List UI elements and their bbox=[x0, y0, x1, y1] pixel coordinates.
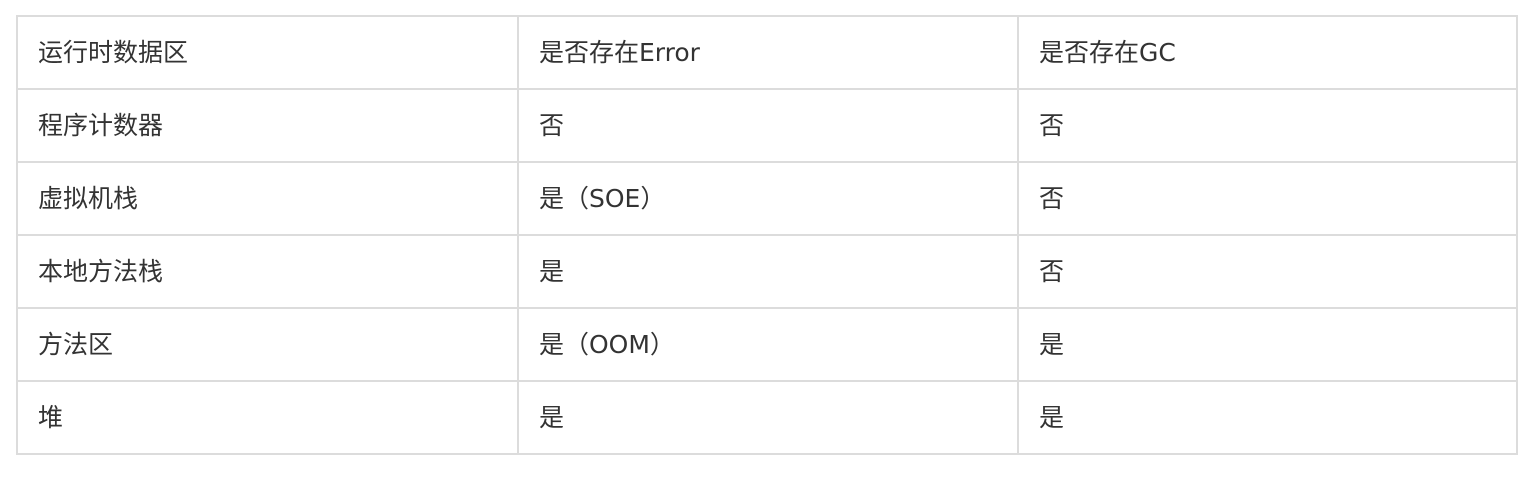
table-cell: 本地方法栈 bbox=[16, 234, 519, 309]
table-cell: 堆 bbox=[16, 380, 519, 455]
table-header: 运行时数据区 是否存在Error 是否存在GC bbox=[16, 15, 1518, 90]
table-cell: 方法区 bbox=[16, 307, 519, 382]
table-cell: 否 bbox=[1017, 88, 1518, 163]
table-cell: 虚拟机栈 bbox=[16, 161, 519, 236]
table-row: 本地方法栈 是 否 bbox=[16, 234, 1518, 309]
table-cell: 是 bbox=[517, 380, 1019, 455]
table-row: 方法区 是（OOM） 是 bbox=[16, 307, 1518, 382]
header-cell-error: 是否存在Error bbox=[517, 15, 1019, 90]
table-cell: 是 bbox=[517, 234, 1019, 309]
table-cell: 是 bbox=[1017, 307, 1518, 382]
table-cell: 是（OOM） bbox=[517, 307, 1019, 382]
table-row: 虚拟机栈 是（SOE） 否 bbox=[16, 161, 1518, 236]
table-cell: 是 bbox=[1017, 380, 1518, 455]
table-row: 程序计数器 否 否 bbox=[16, 88, 1518, 163]
header-cell-gc: 是否存在GC bbox=[1017, 15, 1518, 90]
runtime-data-area-table: 运行时数据区 是否存在Error 是否存在GC 程序计数器 否 否 虚拟机栈 是… bbox=[16, 15, 1518, 455]
data-table-container: 运行时数据区 是否存在Error 是否存在GC 程序计数器 否 否 虚拟机栈 是… bbox=[16, 15, 1518, 455]
table-body: 程序计数器 否 否 虚拟机栈 是（SOE） 否 本地方法栈 是 否 方法区 是（… bbox=[16, 88, 1518, 455]
table-cell: 否 bbox=[1017, 161, 1518, 236]
table-cell: 程序计数器 bbox=[16, 88, 519, 163]
table-cell: 否 bbox=[517, 88, 1019, 163]
table-row: 堆 是 是 bbox=[16, 380, 1518, 455]
header-cell-runtime-area: 运行时数据区 bbox=[16, 15, 519, 90]
table-cell: 是（SOE） bbox=[517, 161, 1019, 236]
header-row: 运行时数据区 是否存在Error 是否存在GC bbox=[16, 15, 1518, 90]
table-cell: 否 bbox=[1017, 234, 1518, 309]
